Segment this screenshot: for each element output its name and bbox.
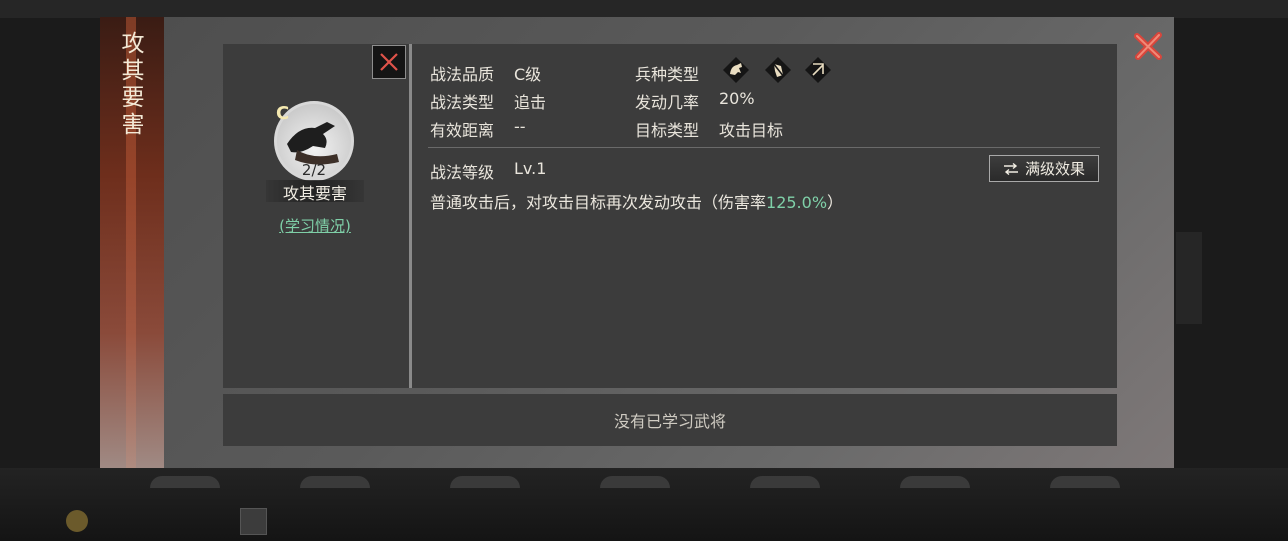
title-strip: 攻其要害 — [100, 17, 164, 468]
range-value: -- — [514, 117, 526, 136]
add-button[interactable] — [240, 508, 267, 535]
learn-status-link[interactable]: (学习情况) — [266, 215, 364, 236]
target-type-value: 攻击目标 — [719, 121, 784, 140]
description-text: 普通攻击后，对攻击目标再次发动攻击（伤害率 — [430, 193, 767, 212]
skill-grade-mark: C — [276, 103, 290, 124]
close-icon — [380, 53, 398, 71]
rate-label: 发动几率 — [635, 93, 700, 112]
background-side-tab — [1176, 232, 1202, 324]
learned-generals-panel: 没有已学习武将 — [223, 394, 1117, 446]
modal-title: 攻其要害 — [121, 31, 145, 138]
description-suffix: ） — [827, 193, 844, 212]
quality-label: 战法品质 — [430, 65, 495, 84]
skill-description: 普通攻击后，对攻击目标再次发动攻击（伤害率125.0%） — [430, 189, 843, 213]
cavalry-icon — [723, 57, 749, 83]
level-value: Lv.1 — [514, 159, 547, 178]
background-slot — [600, 476, 670, 488]
background-slot — [150, 476, 220, 488]
skill-count: 2/2 — [301, 161, 327, 179]
learned-status-text: 没有已学习武将 — [613, 412, 726, 431]
quality-value: C级 — [514, 65, 542, 84]
background-slot — [900, 476, 970, 488]
range-label: 有效距离 — [430, 121, 495, 140]
skill-detail-modal: 攻其要害 C 2/2 攻其要害 (学习情况) 战法品质 C级 战法类型 追击 有… — [100, 17, 1174, 468]
shield-icon — [765, 57, 791, 83]
bow-icon — [805, 57, 831, 83]
background-slot — [1050, 476, 1120, 488]
background-slot — [750, 476, 820, 488]
level-label: 战法等级 — [430, 163, 495, 182]
close-icon[interactable] — [1132, 29, 1166, 63]
swap-icon — [1003, 162, 1018, 175]
type-value: 追击 — [514, 93, 547, 112]
background-slot — [450, 476, 520, 488]
full-level-effect-label: 满级效果 — [1024, 160, 1085, 178]
target-type-label: 目标类型 — [635, 121, 700, 140]
background-slot — [300, 476, 370, 488]
troop-type-label: 兵种类型 — [635, 65, 700, 84]
rate-value: 20% — [719, 89, 755, 108]
background-top-bar — [0, 0, 1288, 18]
damage-rate-value: 125.0% — [766, 193, 828, 212]
skill-name: 攻其要害 — [282, 184, 347, 203]
type-label: 战法类型 — [430, 93, 495, 112]
coin-icon — [66, 510, 88, 532]
full-level-effect-button[interactable]: 满级效果 — [989, 155, 1099, 182]
info-divider — [428, 147, 1100, 148]
remove-skill-button[interactable] — [372, 45, 406, 79]
